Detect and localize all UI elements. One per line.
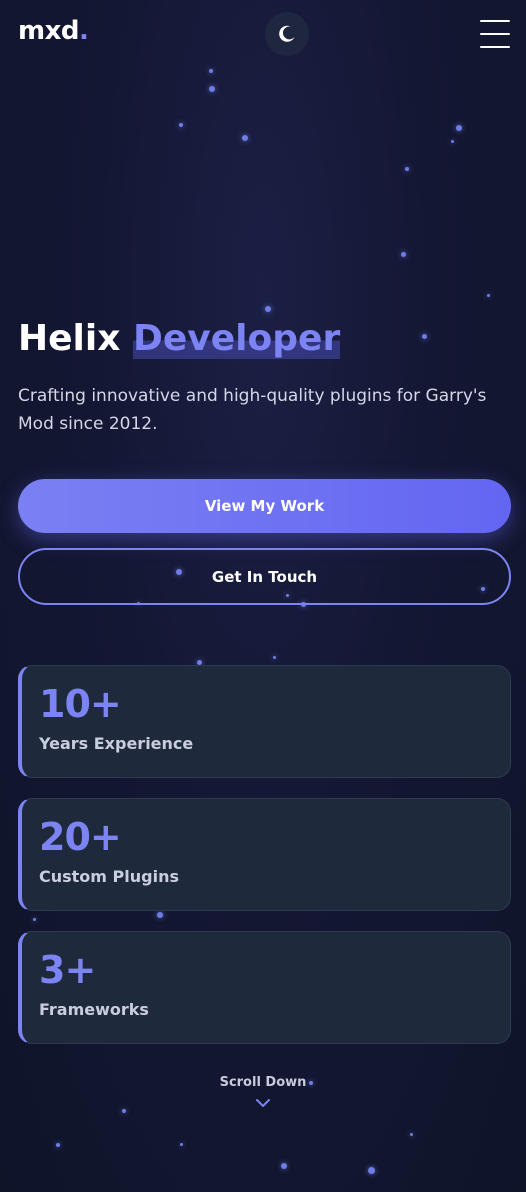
star: [157, 912, 163, 918]
stat-label: Custom Plugins: [39, 867, 179, 886]
hamburger-line: [480, 20, 510, 22]
star: [368, 1167, 375, 1174]
star: [422, 334, 427, 339]
stat-card-experience: 10+ Years Experience: [18, 665, 511, 778]
star: [410, 1133, 413, 1136]
site-header: mxd.: [0, 0, 526, 70]
hero-title: Helix Developer: [18, 318, 341, 359]
stat-value: 3+: [39, 948, 96, 992]
star: [180, 1143, 183, 1146]
chevron-down-icon: [256, 1099, 270, 1107]
theme-toggle-button[interactable]: [265, 12, 309, 56]
stat-label: Years Experience: [39, 734, 194, 753]
star: [405, 167, 409, 171]
stat-card-plugins: 20+ Custom Plugins: [18, 798, 511, 911]
stat-label: Frameworks: [39, 1000, 149, 1019]
star: [281, 1163, 287, 1169]
star: [265, 306, 271, 312]
star: [242, 135, 248, 141]
hero-title-accent: Developer: [133, 318, 341, 359]
scroll-down-label: Scroll Down: [219, 1075, 307, 1090]
star: [56, 1143, 60, 1147]
hamburger-menu-button[interactable]: [480, 20, 512, 48]
hero-subtitle: Crafting innovative and high-quality plu…: [18, 386, 487, 434]
get-in-touch-button[interactable]: Get In Touch: [18, 548, 511, 605]
view-my-work-button[interactable]: View My Work: [18, 479, 511, 533]
hero-title-plain: Helix: [18, 318, 121, 359]
scroll-down-indicator[interactable]: Scroll Down: [0, 1075, 526, 1112]
star: [209, 86, 215, 92]
stat-card-frameworks: 3+ Frameworks: [18, 931, 511, 1044]
hamburger-line: [480, 33, 510, 35]
star: [487, 294, 490, 297]
stat-value: 20+: [39, 815, 122, 859]
star: [451, 140, 454, 143]
logo-text: mxd: [18, 16, 79, 46]
stat-value: 10+: [39, 682, 122, 726]
star: [179, 123, 183, 127]
logo-dot: .: [78, 16, 89, 46]
star: [456, 125, 462, 131]
hamburger-line: [480, 46, 510, 48]
star: [401, 252, 406, 257]
moon-icon: [279, 25, 295, 42]
site-logo[interactable]: mxd.: [18, 16, 89, 46]
star: [33, 918, 36, 921]
star: [273, 656, 276, 659]
